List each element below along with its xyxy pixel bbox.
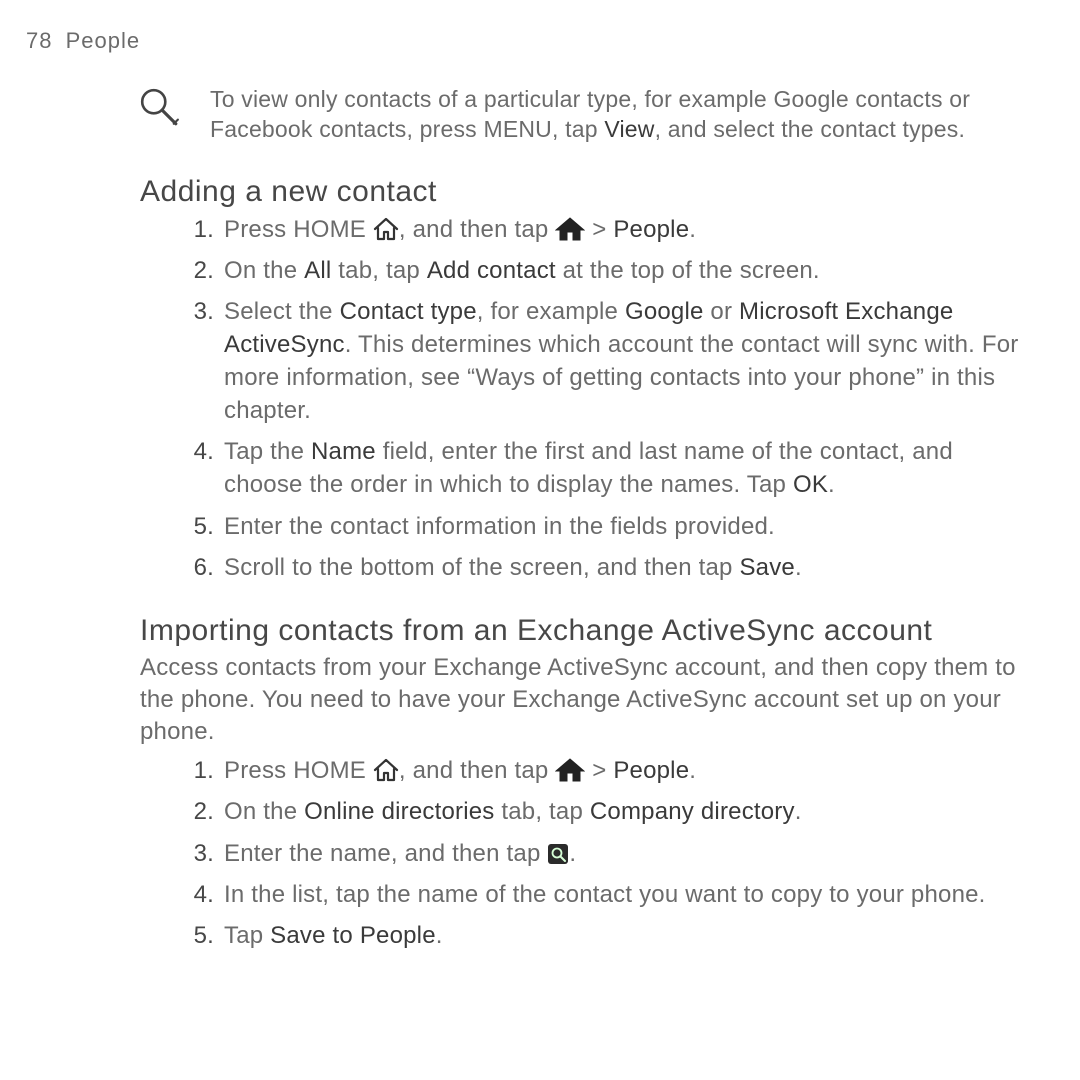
steps-adding-contact: Press HOME , and then tap > People. On t… xyxy=(182,213,1022,584)
home-filled-icon xyxy=(555,217,585,241)
step: Enter the contact information in the fie… xyxy=(182,510,1022,543)
step: Press HOME , and then tap > People. xyxy=(182,754,1022,787)
home-outline-icon xyxy=(373,217,399,241)
page: 78 People To view only contacts of a par… xyxy=(0,0,1080,1080)
tip-text: To view only contacts of a particular ty… xyxy=(210,84,1022,145)
page-number: 78 xyxy=(26,28,52,53)
heading-adding-contact: Adding a new contact xyxy=(140,175,1052,209)
tip-view-word: View xyxy=(604,116,654,142)
step: Press HOME , and then tap > People. xyxy=(182,213,1022,246)
step: Tap Save to People. xyxy=(182,919,1022,952)
label-people: People xyxy=(613,216,689,243)
label-people: People xyxy=(613,757,689,784)
step: On the Online directories tab, tap Compa… xyxy=(182,795,1022,828)
step: In the list, tap the name of the contact… xyxy=(182,878,1022,911)
search-button-icon xyxy=(547,843,569,865)
steps-import-exchange: Press HOME , and then tap > People. On t… xyxy=(182,754,1022,952)
tip-text-post: , and select the contact types. xyxy=(655,116,966,142)
step: Scroll to the bottom of the screen, and … xyxy=(182,551,1022,584)
step: Select the Contact type, for example Goo… xyxy=(182,295,1022,427)
step: On the All tab, tap Add contact at the t… xyxy=(182,254,1022,287)
heading-import-exchange: Importing contacts from an Exchange Acti… xyxy=(140,614,1052,648)
home-outline-icon xyxy=(373,758,399,782)
step: Tap the Name field, enter the first and … xyxy=(182,435,1022,501)
home-filled-icon xyxy=(555,758,585,782)
tip-block: To view only contacts of a particular ty… xyxy=(138,84,1022,145)
page-header: 78 People xyxy=(22,28,1052,54)
magnifier-icon xyxy=(138,86,180,133)
intro-import-exchange: Access contacts from your Exchange Activ… xyxy=(140,652,1022,748)
page-section-title: People xyxy=(66,28,141,53)
step: Enter the name, and then tap . xyxy=(182,837,1022,870)
